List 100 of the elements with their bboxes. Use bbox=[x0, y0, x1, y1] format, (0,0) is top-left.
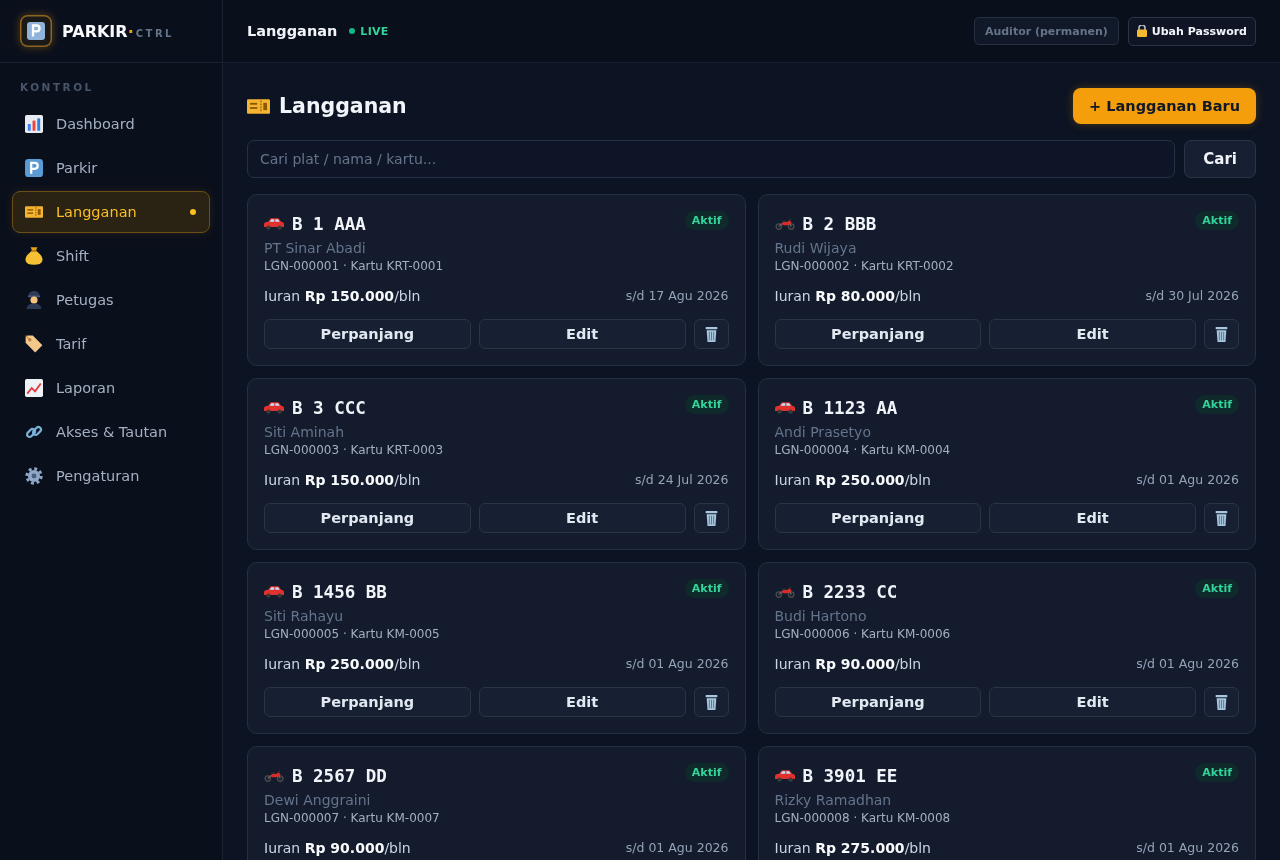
trash-icon bbox=[1215, 510, 1228, 526]
ticket-icon bbox=[247, 98, 270, 114]
expiry-date: s/d 30 Jul 2026 bbox=[1145, 287, 1239, 305]
tag-icon bbox=[25, 335, 43, 353]
trash-icon bbox=[704, 510, 718, 526]
nav-item[interactable]: Shift bbox=[12, 235, 210, 277]
plate-number: B 2567 DD bbox=[292, 766, 387, 786]
owner-name: Rudi Wijaya bbox=[774, 239, 858, 258]
delete-button[interactable] bbox=[1204, 503, 1239, 533]
nav-item[interactable]: Petugas bbox=[12, 279, 210, 321]
plate-number: B 3 CCC bbox=[292, 398, 366, 418]
status-badge: Aktif bbox=[684, 395, 729, 414]
lock-icon bbox=[1136, 25, 1147, 37]
car-icon bbox=[264, 218, 284, 230]
subscription-meta: LGN-000006 · Kartu KM-0006 bbox=[774, 626, 952, 642]
plate-number: B 2233 CC bbox=[802, 582, 898, 602]
page-title: Langganan bbox=[279, 94, 407, 118]
nav-item[interactable]: Akses & Tautan bbox=[12, 411, 210, 453]
trash-icon bbox=[704, 694, 718, 710]
nav-item[interactable]: Tarif bbox=[12, 323, 210, 365]
fee-text: Iuran Rp 250.000/bln bbox=[774, 471, 931, 490]
status-badge: Aktif bbox=[684, 763, 729, 782]
brand-suffix: CTRL bbox=[135, 27, 174, 39]
search-button[interactable]: Cari bbox=[1184, 140, 1256, 178]
brand-separator: · bbox=[127, 21, 134, 41]
active-dot-icon bbox=[190, 209, 196, 215]
trash-icon bbox=[1215, 694, 1228, 710]
nav-item[interactable]: Pengaturan bbox=[12, 455, 210, 497]
edit-button[interactable]: Edit bbox=[478, 687, 686, 717]
expiry-date: s/d 01 Agu 2026 bbox=[625, 655, 729, 673]
edit-button[interactable]: Edit bbox=[478, 503, 686, 533]
expiry-date: s/d 01 Agu 2026 bbox=[1136, 839, 1239, 857]
status-badge: Aktif bbox=[1195, 763, 1239, 782]
extend-button[interactable]: Perpanjang bbox=[774, 687, 982, 717]
role-badge: Auditor (permanen) bbox=[973, 17, 1119, 45]
live-label: LIVE bbox=[360, 24, 389, 38]
search-field[interactable]: Cari plat / nama / kartu... bbox=[247, 140, 1176, 178]
officer-icon bbox=[25, 291, 43, 309]
delete-button[interactable] bbox=[693, 503, 729, 533]
delete-button[interactable] bbox=[693, 687, 729, 717]
expiry-date: s/d 24 Jul 2026 bbox=[635, 471, 729, 489]
owner-name: Siti Aminah bbox=[264, 423, 346, 442]
trash-icon bbox=[1215, 326, 1228, 342]
status-badge: Aktif bbox=[1195, 211, 1239, 230]
extend-button[interactable]: Perpanjang bbox=[774, 503, 982, 533]
car-icon bbox=[264, 586, 284, 598]
trash-icon bbox=[704, 326, 718, 342]
edit-button[interactable]: Edit bbox=[478, 319, 686, 349]
expiry-date: s/d 01 Agu 2026 bbox=[1136, 471, 1239, 489]
edit-button[interactable]: Edit bbox=[989, 319, 1196, 349]
status-badge: Aktif bbox=[684, 579, 729, 598]
owner-name: PT Sinar Abadi bbox=[264, 239, 367, 258]
fee-text: Iuran Rp 90.000/bln bbox=[774, 655, 922, 674]
bar-chart-icon bbox=[25, 115, 43, 133]
fee-text: Iuran Rp 80.000/bln bbox=[774, 287, 922, 306]
section-label: KONTROL bbox=[19, 80, 95, 94]
extend-button[interactable]: Perpanjang bbox=[264, 687, 471, 717]
status-badge: Aktif bbox=[684, 211, 729, 230]
edit-button[interactable]: Edit bbox=[989, 503, 1196, 533]
subscription-meta: LGN-000008 · Kartu KM-0008 bbox=[774, 810, 952, 826]
delete-button[interactable] bbox=[1204, 687, 1239, 717]
nav-item[interactable]: Laporan bbox=[12, 367, 210, 409]
brand-name: PARKIR bbox=[62, 21, 128, 41]
owner-name: Budi Hartono bbox=[774, 607, 868, 626]
nav-item[interactable]: Parkir bbox=[12, 147, 210, 189]
motorcycle-icon bbox=[774, 586, 795, 598]
delete-button[interactable] bbox=[1204, 319, 1239, 349]
owner-name: Siti Rahayu bbox=[264, 607, 345, 626]
extend-button[interactable]: Perpanjang bbox=[264, 319, 471, 349]
fee-text: Iuran Rp 150.000/bln bbox=[264, 471, 421, 490]
status-badge: Aktif bbox=[1195, 395, 1239, 414]
plate-number: B 1123 AA bbox=[802, 398, 898, 418]
ticket-icon bbox=[25, 203, 43, 221]
extend-button[interactable]: Perpanjang bbox=[774, 319, 982, 349]
extend-button[interactable]: Perpanjang bbox=[264, 503, 471, 533]
expiry-date: s/d 01 Agu 2026 bbox=[625, 839, 729, 857]
link-icon bbox=[25, 423, 43, 441]
new-subscription-button[interactable]: + Langganan Baru bbox=[1073, 88, 1256, 124]
money-bag-icon bbox=[25, 247, 43, 265]
owner-name: Dewi Anggraini bbox=[264, 791, 372, 810]
nav-item[interactable]: Dashboard bbox=[12, 103, 210, 145]
subscription-meta: LGN-000007 · Kartu KM-0007 bbox=[264, 810, 441, 826]
motorcycle-icon bbox=[264, 770, 284, 782]
subscription-meta: LGN-000002 · Kartu KRT-0002 bbox=[774, 258, 955, 274]
delete-button[interactable] bbox=[693, 319, 729, 349]
fee-text: Iuran Rp 250.000/bln bbox=[264, 655, 421, 674]
expiry-date: s/d 17 Agu 2026 bbox=[625, 287, 729, 305]
status-badge: Aktif bbox=[1195, 579, 1239, 598]
car-icon bbox=[774, 402, 795, 414]
owner-name: Andi Prasetyo bbox=[774, 423, 872, 442]
gear-icon bbox=[25, 467, 43, 485]
plate-number: B 3901 EE bbox=[802, 766, 898, 786]
nav-item[interactable]: Langganan bbox=[12, 191, 210, 233]
fee-text: Iuran Rp 90.000/bln bbox=[264, 839, 411, 858]
edit-button[interactable]: Edit bbox=[989, 687, 1196, 717]
motorcycle-icon bbox=[774, 218, 795, 230]
subscription-meta: LGN-000003 · Kartu KRT-0003 bbox=[264, 442, 445, 458]
change-password-button[interactable]: Ubah Password bbox=[1127, 16, 1256, 46]
logo-icon bbox=[20, 15, 52, 47]
car-icon bbox=[264, 402, 284, 414]
